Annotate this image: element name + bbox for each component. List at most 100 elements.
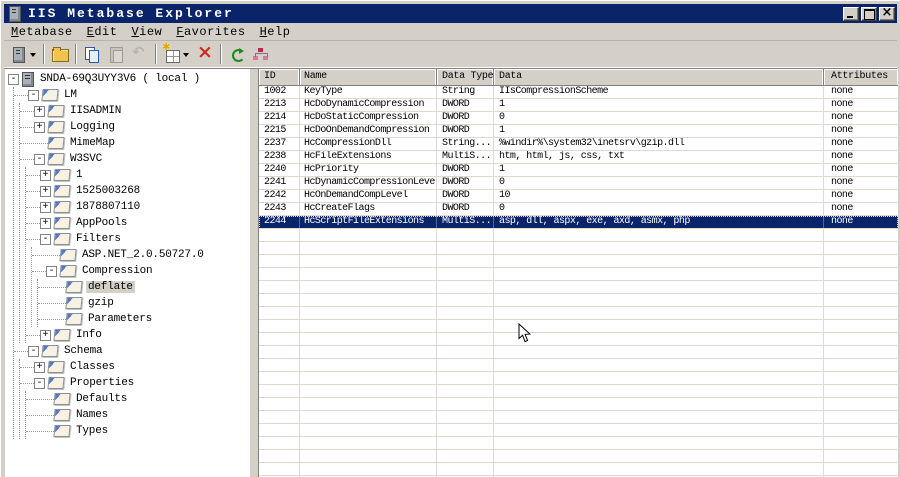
- menu-favorites[interactable]: Favorites: [169, 24, 252, 40]
- tree-node-lm[interactable]: - LM: [14, 87, 250, 103]
- view-hierarchy-button[interactable]: [250, 43, 272, 65]
- copy-button[interactable]: [81, 43, 103, 65]
- expand-toggle-minus-icon[interactable]: -: [8, 73, 19, 85]
- table-row-2237[interactable]: 2237 HcCompressionDll String... %windir%\sy…: [259, 138, 898, 151]
- tree-label[interactable]: Logging: [68, 121, 117, 133]
- table-row-2215[interactable]: 2215 HcDoOnDemandCompression DWORD 1 none: [259, 125, 898, 138]
- cell-id: 2215: [259, 125, 300, 137]
- column-header-attributes[interactable]: Attributes: [824, 69, 898, 85]
- expand-toggle-plus-icon[interactable]: +: [40, 329, 51, 341]
- column-header-name[interactable]: Name: [300, 69, 437, 85]
- tree-node-parameters[interactable]: Parameters: [38, 311, 250, 327]
- tree-node-types[interactable]: Types: [26, 423, 250, 439]
- tree-label[interactable]: Properties: [68, 377, 136, 389]
- tree-label[interactable]: AppPools: [74, 217, 129, 229]
- table-row-1002[interactable]: 1002 KeyType String IIsCompressionScheme non…: [259, 86, 898, 99]
- maximize-button[interactable]: [861, 6, 877, 21]
- tree-node-1525003268[interactable]: +1525003268: [26, 183, 250, 199]
- tree-label[interactable]: 1525003268: [74, 185, 142, 197]
- table-row-2214[interactable]: 2214 HcDoStaticCompression DWORD 0 none: [259, 112, 898, 125]
- expand-toggle-plus-icon[interactable]: +: [34, 121, 45, 133]
- tree-node-gzip[interactable]: gzip: [38, 295, 250, 311]
- minimize-button[interactable]: [843, 6, 859, 21]
- tree-label[interactable]: Filters: [74, 233, 123, 245]
- tree-node-defaults[interactable]: Defaults: [26, 391, 250, 407]
- column-header-data-type[interactable]: Data Type: [437, 69, 494, 85]
- menu-help[interactable]: Help: [253, 24, 298, 40]
- expand-toggle-plus-icon[interactable]: +: [34, 361, 45, 373]
- tree-node-asp-net-2-0-50727-0[interactable]: ASP.NET_2.0.50727.0: [32, 247, 250, 263]
- tree-label[interactable]: Parameters: [86, 313, 154, 325]
- tree-label[interactable]: Compression: [80, 265, 154, 277]
- tree-node-classes[interactable]: + Classes: [20, 359, 250, 375]
- cell-attributes: [824, 307, 898, 319]
- tree-label[interactable]: ASP.NET_2.0.50727.0: [80, 249, 206, 261]
- tree-node-filters[interactable]: - Filters: [26, 231, 250, 247]
- table-row-2240[interactable]: 2240 HcPriority DWORD 1 none: [259, 164, 898, 177]
- new-record-dropdown-arrow[interactable]: [183, 52, 189, 60]
- close-button[interactable]: [879, 5, 895, 21]
- tree-label[interactable]: Defaults: [74, 393, 129, 405]
- refresh-button[interactable]: [226, 43, 248, 65]
- menu-view[interactable]: View: [124, 24, 169, 40]
- connect-server-dropdown-arrow[interactable]: [30, 52, 36, 60]
- expand-toggle-minus-icon[interactable]: -: [34, 377, 45, 389]
- column-header-data[interactable]: Data: [494, 69, 824, 85]
- expand-toggle-plus-icon[interactable]: +: [40, 201, 51, 213]
- cell-data-type: [437, 463, 494, 475]
- expand-toggle-plus-icon[interactable]: +: [34, 105, 45, 117]
- table-row-2213[interactable]: 2213 HcDoDynamicCompression DWORD 1 none: [259, 99, 898, 112]
- column-header-id[interactable]: ID: [259, 69, 300, 85]
- expand-toggle-plus-icon[interactable]: +: [40, 169, 51, 181]
- tree-label[interactable]: SNDA-69Q3UYY3V6 ( local ): [38, 73, 202, 85]
- tree-node-names[interactable]: Names: [26, 407, 250, 423]
- tree-label[interactable]: 1: [74, 169, 84, 181]
- tree-node-info[interactable]: + Info: [26, 327, 250, 343]
- table-row-2242[interactable]: 2242 HcOnDemandCompLevel DWORD 10 none: [259, 190, 898, 203]
- expand-toggle-minus-icon[interactable]: -: [46, 265, 57, 277]
- expand-toggle-minus-icon[interactable]: -: [28, 345, 39, 357]
- tree-node-1[interactable]: +1: [26, 167, 250, 183]
- pane-splitter[interactable]: [250, 69, 258, 477]
- tree-node-w3svc[interactable]: - W3SVC: [20, 151, 250, 167]
- tree-node-compression[interactable]: - Compression: [32, 263, 250, 279]
- tree-node-properties[interactable]: - Properties: [20, 375, 250, 391]
- connect-server-button[interactable]: [8, 43, 39, 65]
- tree-node-snda-69q3uyy3v6-local[interactable]: - SNDA-69Q3UYY3V6 ( local ): [8, 71, 250, 87]
- expand-toggle-minus-icon[interactable]: -: [34, 153, 45, 165]
- menu-metabase[interactable]: Metabase: [4, 24, 80, 40]
- tree-label[interactable]: Classes: [68, 361, 117, 373]
- table-row-2241[interactable]: 2241 HcDynamicCompressionLevel DWORD 0 none: [259, 177, 898, 190]
- tree-label[interactable]: deflate: [86, 281, 135, 293]
- tree-node-iisadmin[interactable]: + IISADMIN: [20, 103, 250, 119]
- title-bar[interactable]: IIS Metabase Explorer: [4, 4, 897, 23]
- tree-label[interactable]: Schema: [62, 345, 104, 357]
- expand-toggle-plus-icon[interactable]: +: [40, 217, 51, 229]
- tree-label[interactable]: gzip: [86, 297, 116, 309]
- tree-node-mimemap[interactable]: MimeMap: [20, 135, 250, 151]
- new-record-button[interactable]: [161, 42, 192, 65]
- key-icon: [47, 105, 65, 117]
- expand-toggle-plus-icon[interactable]: +: [40, 185, 51, 197]
- tree-node-apppools[interactable]: + AppPools: [26, 215, 250, 231]
- tree-label[interactable]: Info: [74, 329, 104, 341]
- table-row-2244[interactable]: 2244 HcScriptFileExtensions MultiS... asp, …: [259, 216, 898, 229]
- tree-label[interactable]: LM: [62, 89, 79, 101]
- tree-node-logging[interactable]: + Logging: [20, 119, 250, 135]
- tree-label[interactable]: Names: [74, 409, 110, 421]
- tree-label[interactable]: Types: [74, 425, 110, 437]
- tree-node-schema[interactable]: - Schema: [14, 343, 250, 359]
- tree-node-deflate[interactable]: deflate: [38, 279, 250, 295]
- tree-node-1878807110[interactable]: +1878807110: [26, 199, 250, 215]
- save-button[interactable]: [49, 43, 71, 65]
- tree-label[interactable]: IISADMIN: [68, 105, 123, 117]
- table-row-2238[interactable]: 2238 HcFileExtensions MultiS... htm, html, …: [259, 151, 898, 164]
- tree-label[interactable]: MimeMap: [68, 137, 117, 149]
- expand-toggle-minus-icon[interactable]: -: [40, 233, 51, 245]
- menu-edit[interactable]: Edit: [80, 24, 125, 40]
- tree-label[interactable]: 1878807110: [74, 201, 142, 213]
- expand-toggle-minus-icon[interactable]: -: [28, 89, 39, 101]
- table-row-2243[interactable]: 2243 HcCreateFlags DWORD 0 none: [259, 203, 898, 216]
- tree-label[interactable]: W3SVC: [68, 153, 104, 165]
- delete-record-button[interactable]: [194, 43, 216, 65]
